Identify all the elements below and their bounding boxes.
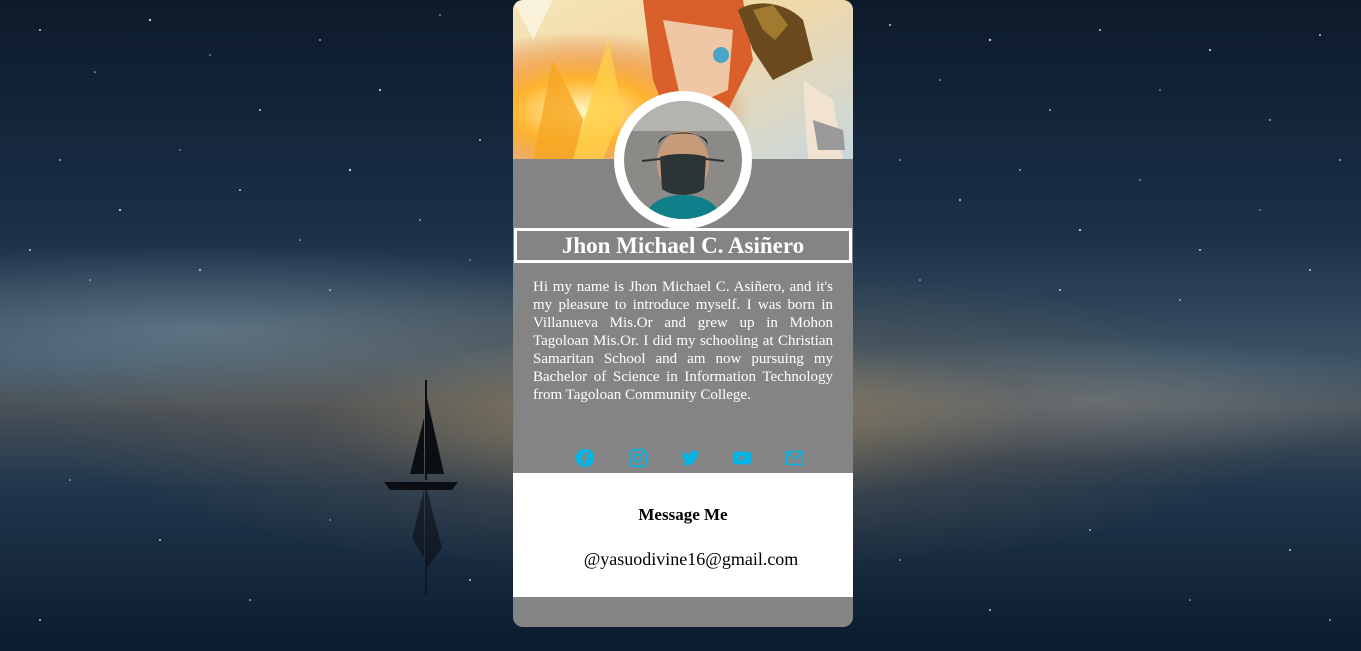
- sailboat-silhouette: [384, 380, 458, 595]
- contact-email[interactable]: @yasuodivine16@gmail.com: [513, 549, 853, 570]
- mail-icon[interactable]: [784, 447, 806, 469]
- message-panel: Message Me @yasuodivine16@gmail.com: [513, 473, 853, 597]
- profile-card: Jhon Michael C. Asiñero Hi my name is Jh…: [513, 0, 853, 627]
- social-links: [513, 447, 853, 469]
- profile-bio: Hi my name is Jhon Michael C. Asiñero, a…: [533, 279, 833, 403]
- youtube-icon[interactable]: [731, 447, 753, 469]
- message-title: Message Me: [638, 505, 728, 524]
- facebook-icon[interactable]: [574, 447, 596, 469]
- twitter-icon[interactable]: [679, 447, 701, 469]
- avatar: [624, 101, 742, 219]
- instagram-icon[interactable]: [627, 447, 649, 469]
- profile-name: Jhon Michael C. Asiñero: [514, 228, 852, 263]
- avatar-ring: [614, 91, 752, 229]
